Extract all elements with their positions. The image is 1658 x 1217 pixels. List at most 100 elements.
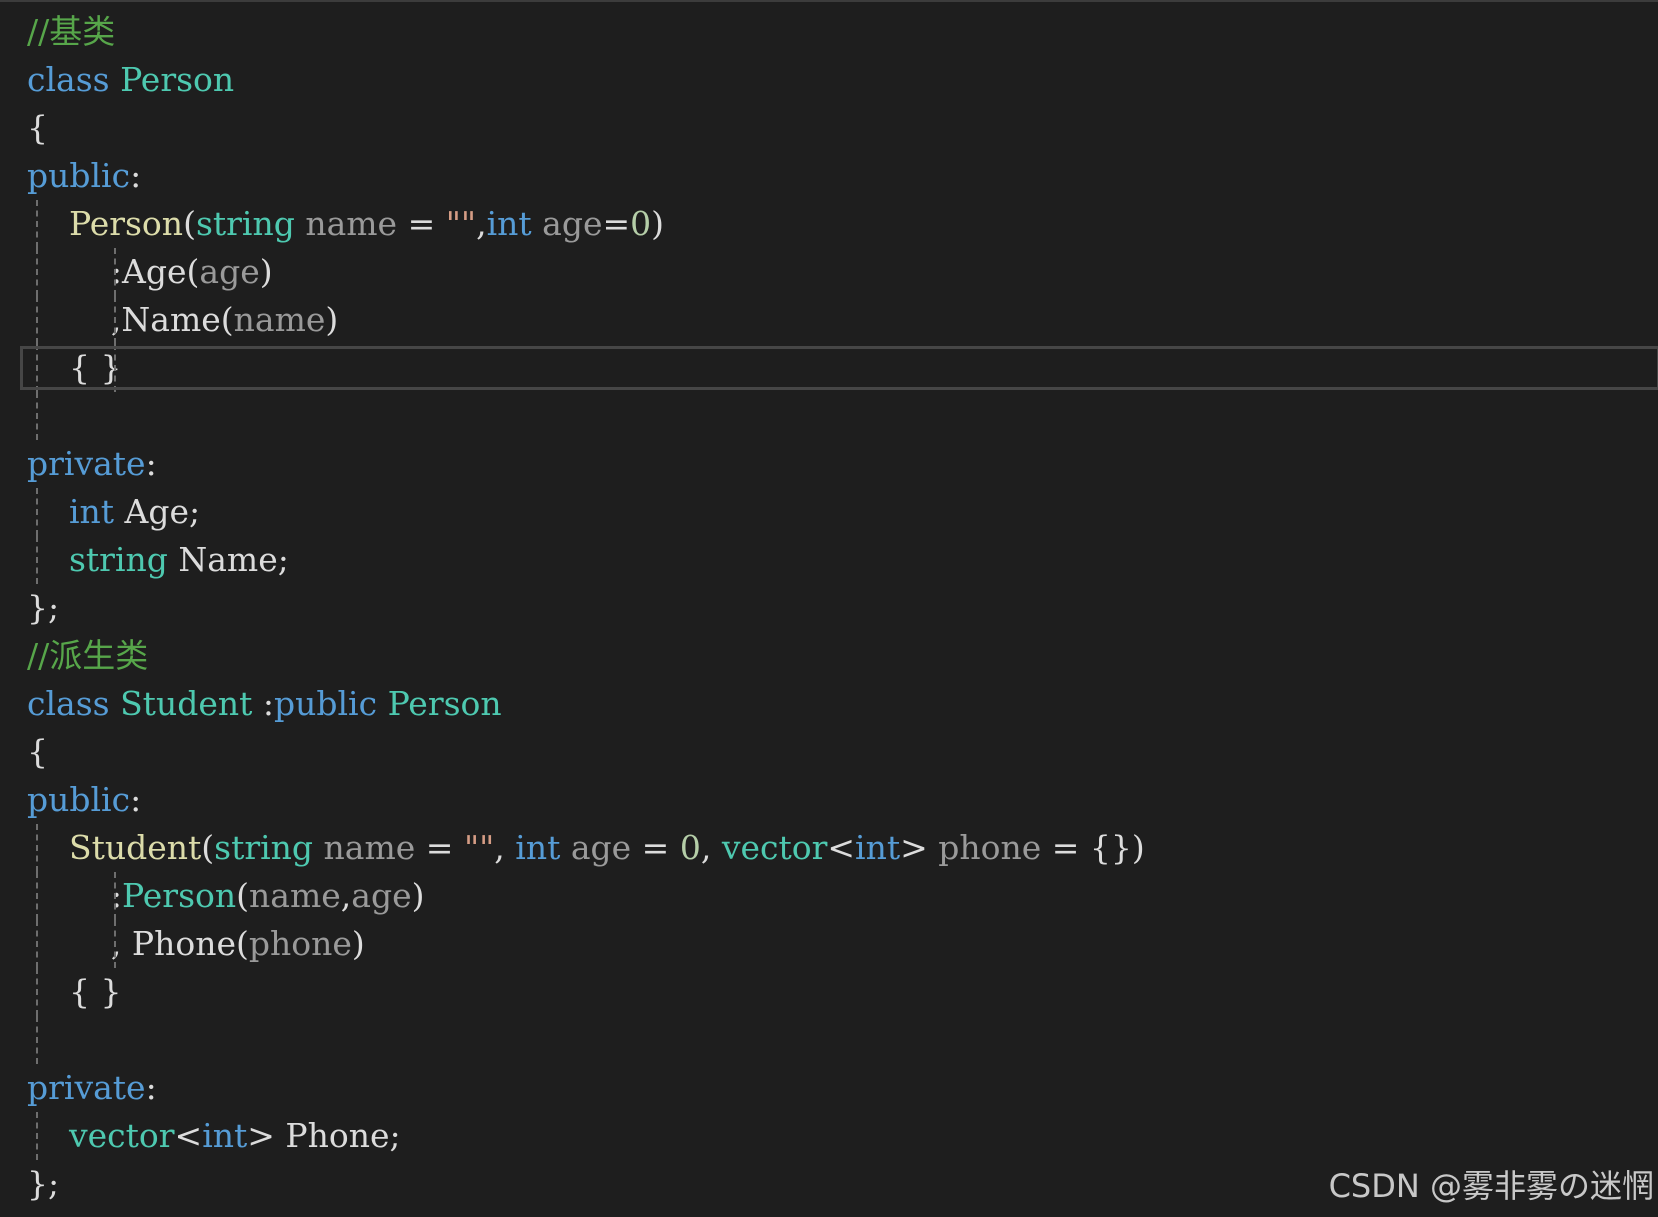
indent-guide (36, 200, 38, 248)
code-token: , (494, 828, 516, 867)
code-line[interactable]: Person(string name = "",int age=0) (0, 200, 1658, 248)
code-token: private (27, 444, 146, 483)
indent-guide (36, 1112, 38, 1160)
code-token: class (27, 60, 121, 99)
code-token: private (27, 1068, 146, 1107)
indent-guide (114, 248, 116, 296)
code-line[interactable]: { (0, 728, 1658, 776)
code-token: ( (220, 300, 234, 339)
code-line[interactable]: }; (0, 584, 1658, 632)
code-line[interactable]: ,Name(name) (0, 296, 1658, 344)
code-token: "" (463, 828, 495, 867)
code-token: < (174, 1116, 203, 1155)
code-token: , (340, 876, 352, 915)
code-line[interactable]: public: (0, 776, 1658, 824)
indent-guide (36, 344, 38, 392)
code-token: Age; (114, 492, 201, 531)
code-token: //基类 (27, 12, 116, 51)
code-token: < (827, 828, 856, 867)
code-token: string (68, 540, 168, 579)
code-token: : (130, 156, 142, 195)
code-token: ( (186, 252, 200, 291)
code-token: { } (68, 972, 122, 1011)
code-token: : (110, 876, 123, 915)
code-line[interactable]: { } (0, 968, 1658, 1016)
code-token: int (68, 492, 115, 531)
code-area[interactable]: //基类 class Person{public: Person(string n… (0, 8, 1658, 1208)
code-line[interactable]: //派生类 (0, 632, 1658, 680)
code-line[interactable]: private: (0, 440, 1658, 488)
code-line[interactable]: Student(string name = "", int age = 0, v… (0, 824, 1658, 872)
code-line[interactable]: int Age; (0, 488, 1658, 536)
indent-guide (36, 1016, 38, 1064)
code-token: age (351, 876, 412, 915)
code-token: }; (27, 588, 60, 627)
code-line[interactable]: class Person (0, 56, 1658, 104)
code-line[interactable] (0, 1016, 1658, 1064)
code-token: = {}) (1041, 828, 1145, 867)
code-token: :Age (110, 252, 187, 291)
code-token: Person (122, 876, 237, 915)
code-token: ( (236, 876, 250, 915)
indent-guide (114, 344, 116, 392)
code-token: vector (68, 1116, 175, 1155)
code-token: Student (120, 684, 253, 723)
code-token: public (27, 156, 131, 195)
code-token: int (202, 1116, 248, 1155)
indent-guide (36, 392, 38, 440)
code-token: , Phone (110, 924, 237, 963)
code-token: age (560, 828, 632, 867)
indent-guide (36, 968, 38, 1016)
code-token: name (249, 876, 341, 915)
indent-guide (36, 296, 38, 344)
code-token: ) (651, 204, 665, 243)
code-token: { (27, 108, 48, 147)
code-token: phone (248, 924, 352, 963)
code-token: : (252, 684, 274, 723)
current-line-highlight (20, 346, 1658, 390)
code-token: ( (183, 204, 196, 243)
code-line[interactable]: public: (0, 152, 1658, 200)
indent-guide (114, 872, 116, 920)
code-token: 0 (679, 828, 701, 867)
code-token: ) (351, 924, 365, 963)
code-token: , (700, 828, 722, 867)
code-token: > (900, 828, 928, 867)
code-token: : (145, 444, 157, 483)
code-token: ) (259, 252, 273, 291)
code-token: = (631, 828, 680, 867)
code-line[interactable]: private: (0, 1064, 1658, 1112)
code-line[interactable]: { (0, 104, 1658, 152)
code-token: name (313, 828, 416, 867)
code-token: ( (201, 828, 215, 867)
code-line[interactable]: //基类 (0, 8, 1658, 56)
indent-guide (36, 872, 38, 920)
code-token: //派生类 (27, 636, 149, 675)
code-line[interactable]: , Phone(phone) (0, 920, 1658, 968)
code-token: Name; (167, 540, 289, 579)
code-editor[interactable]: //基类 class Person{public: Person(string n… (0, 0, 1658, 1217)
indent-guide (36, 488, 38, 536)
code-line[interactable] (0, 392, 1658, 440)
code-line[interactable]: { } (0, 344, 1658, 392)
code-line[interactable]: vector<int> Phone; (0, 1112, 1658, 1160)
code-token: int (486, 204, 532, 243)
code-token: = (602, 204, 631, 243)
code-line[interactable]: :Person(name,age) (0, 872, 1658, 920)
code-token: name (294, 204, 398, 243)
code-line[interactable]: :Age(age) (0, 248, 1658, 296)
code-token: > (247, 1116, 275, 1155)
code-line[interactable]: string Name; (0, 536, 1658, 584)
code-token: phone (927, 828, 1042, 867)
code-line[interactable]: class Student :public Person (0, 680, 1658, 728)
code-token: int (515, 828, 561, 867)
